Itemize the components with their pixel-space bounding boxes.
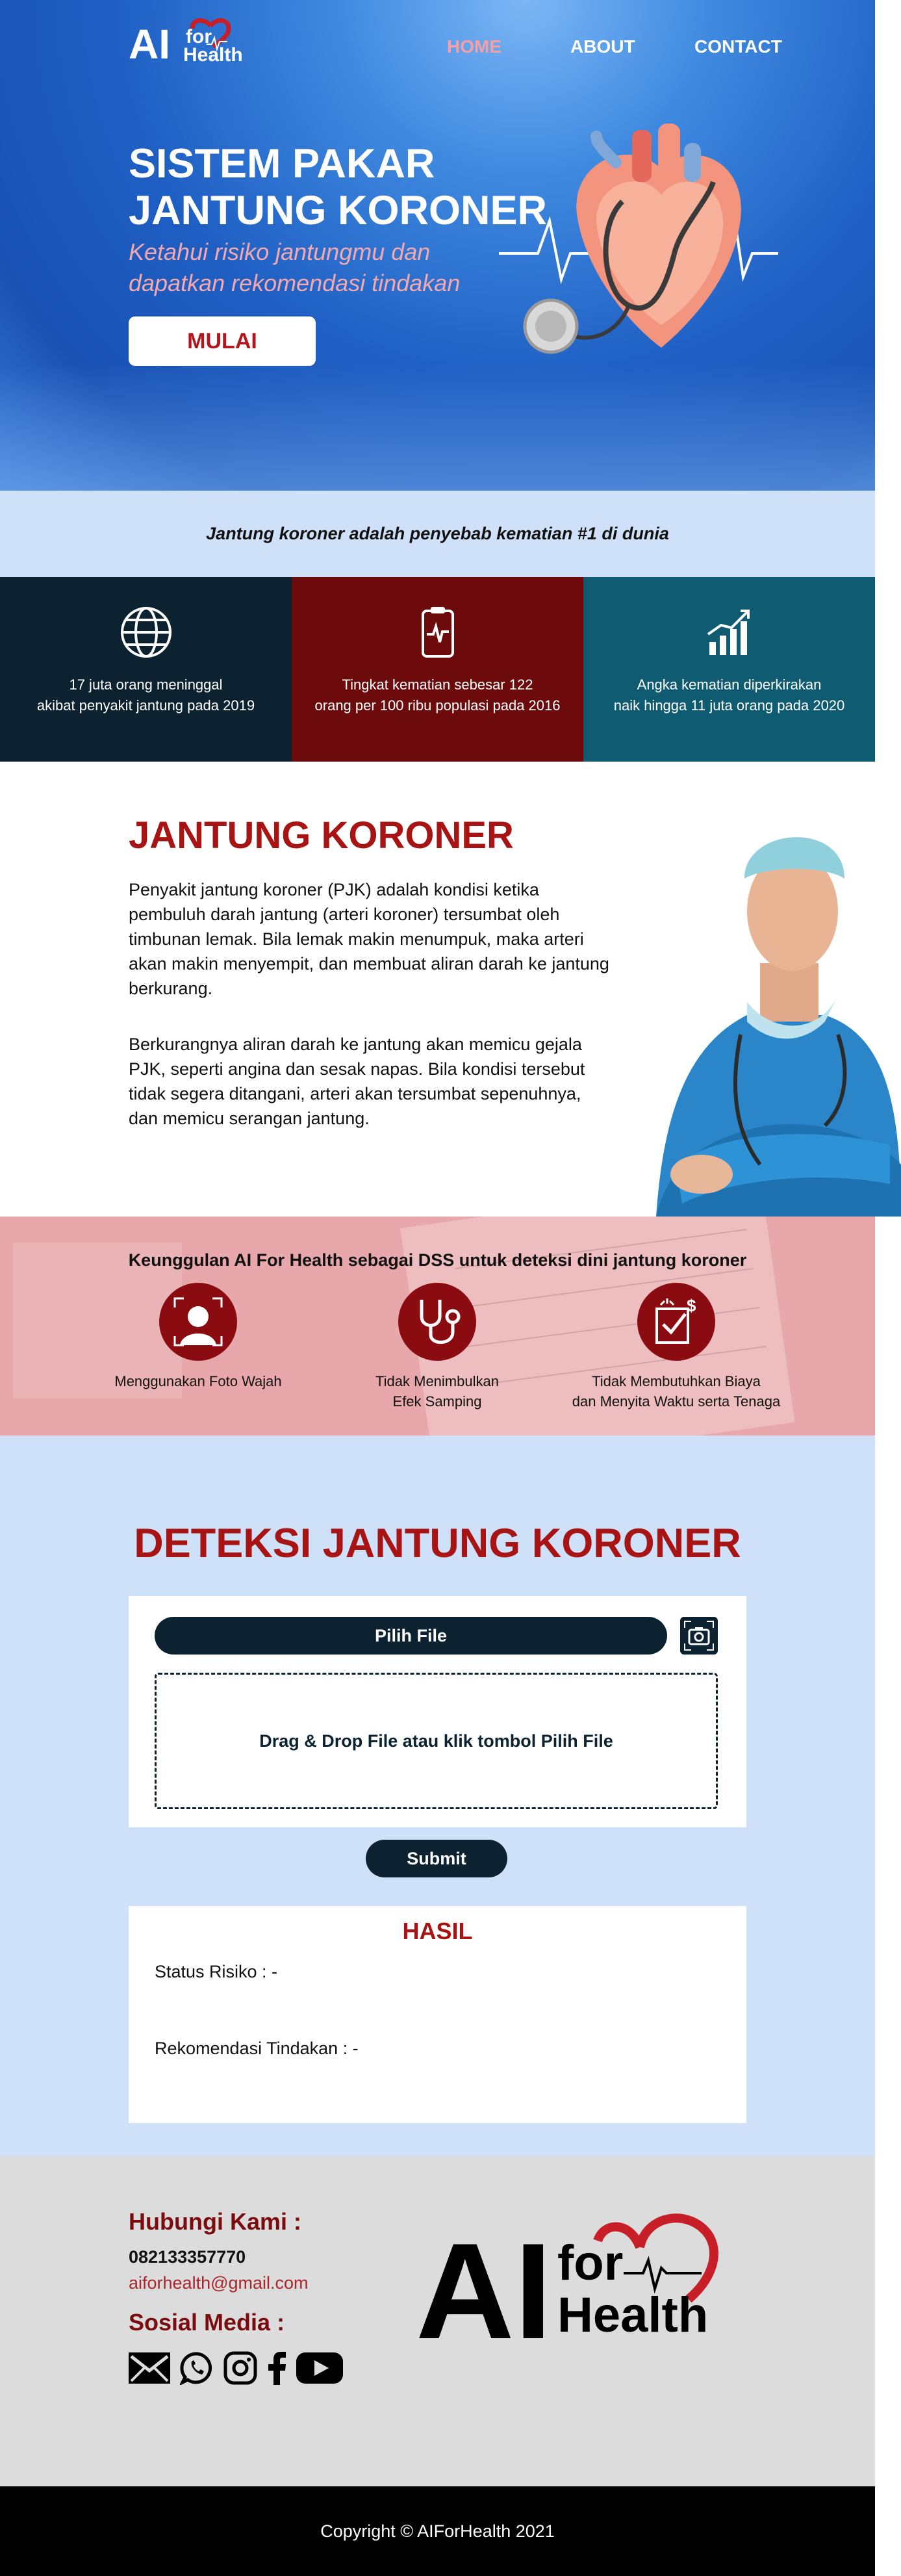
youtube-icon[interactable] <box>296 2351 343 2385</box>
statistics-section: 17 juta orang meninggal akibat penyakit … <box>0 577 875 762</box>
brand-logo-large: AI for Health <box>416 2213 718 2351</box>
advantage-2-label-line1: Tidak Menimbulkan <box>375 1373 499 1389</box>
camera-button[interactable] <box>680 1617 718 1655</box>
dropzone-text: Drag & Drop File atau klik tombol Pilih … <box>259 1731 613 1751</box>
stethoscope-icon <box>420 1300 461 1344</box>
fact-banner-text: Jantung koroner adalah penyebab kematian… <box>206 524 669 543</box>
advantage-3-label-line2: dan Menyita Waktu serta Tenaga <box>572 1393 781 1410</box>
action-recommendation: Rekomendasi Tindakan : - <box>155 2039 359 2058</box>
nav-contact-link[interactable]: CONTACT <box>694 36 782 57</box>
advantage-no-cost: $ Tidak Membutuhkan Biaya dan Menyita Wa… <box>559 1283 793 1411</box>
hero-title-line1: SISTEM PAKAR <box>129 141 435 187</box>
result-title: HASIL <box>402 1918 473 1944</box>
about-section: JANTUNG KORONER Penyakit jantung koroner… <box>0 762 901 1217</box>
contact-phone[interactable]: 082133357770 <box>129 2247 246 2267</box>
advantages-title: Keunggulan AI For Health sebagai DSS unt… <box>128 1250 747 1270</box>
face-scan-icon <box>173 1297 223 1346</box>
heart-stethoscope-illustration <box>499 123 778 354</box>
logo-large-ai-text: AI <box>416 2215 552 2351</box>
stat-1-line2: akibat penyakit jantung pada 2019 <box>36 697 255 714</box>
advantage-face-photo: Menggunakan Foto Wajah <box>81 1283 315 1391</box>
social-heading: Sosial Media : <box>129 2309 285 2336</box>
contact-section: Hubungi Kami : 082133357770 aiforhealth@… <box>0 2156 875 2486</box>
about-paragraph-1: Penyakit jantung koroner (PJK) adalah ko… <box>129 880 609 998</box>
stat-2-line2: orang per 100 ribu populasi pada 2016 <box>314 697 561 714</box>
fact-banner: Jantung koroner adalah penyebab kematian… <box>0 491 875 577</box>
stat-3-line1: Angka kematian diperkirakan <box>637 676 822 693</box>
submit-button[interactable]: Submit <box>366 1840 507 1877</box>
detection-section: DETEKSI JANTUNG KORONER Pilih File Drag … <box>0 1436 875 2156</box>
advantages-section: Keunggulan AI For Health sebagai DSS unt… <box>0 1217 875 1436</box>
hero-subtitle: Ketahui risiko jantungmu dan dapatkan re… <box>129 237 460 299</box>
nav-home-link[interactable]: HOME <box>447 36 501 57</box>
contact-heading: Hubungi Kami : <box>129 2208 301 2235</box>
logo-large-for-text: for <box>557 2235 623 2291</box>
svg-text:$: $ <box>687 1296 696 1315</box>
brand-logo[interactable]: AI for Health <box>129 18 265 68</box>
stat-card-projection-2020: Angka kematian diperkirakan naik hingga … <box>583 577 875 762</box>
result-card: HASIL Status Risiko : - Rekomendasi Tind… <box>129 1906 746 2123</box>
upload-card: Pilih File Drag & Drop File atau klik to… <box>129 1596 746 1827</box>
camera-icon <box>684 1621 714 1651</box>
facebook-icon[interactable] <box>267 2351 286 2385</box>
hero-title-line2: JANTUNG KORONER <box>129 188 548 233</box>
advantage-1-label: Menggunakan Foto Wajah <box>114 1373 282 1389</box>
hero-section: AI for Health HOME ABOUT CONTACT SISTEM … <box>0 0 875 491</box>
hero-title: SISTEM PAKAR JANTUNG KORONER <box>129 140 547 234</box>
stat-3-line2: naik hingga 11 juta orang pada 2020 <box>613 697 845 714</box>
about-paragraph-2: Berkurangnya aliran darah ke jantung aka… <box>129 1035 585 1128</box>
stat-card-deaths-2019: 17 juta orang meninggal akibat penyakit … <box>0 577 292 762</box>
start-button[interactable]: MULAI <box>129 316 316 366</box>
hero-subtitle-line2: dapatkan rekomendasi tindakan <box>129 270 461 296</box>
about-title: JANTUNG KORONER <box>129 814 514 857</box>
contact-email-link[interactable]: aiforhealth@gmail.com <box>129 2273 309 2293</box>
email-icon[interactable] <box>129 2352 170 2384</box>
footer: Copyright © AIForHealth 2021 <box>0 2486 875 2576</box>
heart-monitor-icon <box>422 607 454 658</box>
advantage-2-label-line2: Efek Samping <box>392 1393 482 1410</box>
whatsapp-icon[interactable] <box>180 2351 214 2385</box>
stat-card-mortality-rate: Tingkat kematian sebesar 122 orang per 1… <box>292 577 583 762</box>
advantage-3-label-line1: Tidak Membutuhkan Biaya <box>592 1373 761 1389</box>
file-dropzone[interactable]: Drag & Drop File atau klik tombol Pilih … <box>155 1673 718 1809</box>
social-links <box>129 2351 343 2385</box>
globe-icon <box>121 607 171 658</box>
growth-chart-icon <box>707 610 750 655</box>
logo-ai-text: AI <box>129 21 170 68</box>
detection-title: DETEKSI JANTUNG KORONER <box>134 1521 741 1566</box>
hero-subtitle-line1: Ketahui risiko jantungmu dan <box>129 238 431 265</box>
choose-file-button[interactable]: Pilih File <box>155 1617 667 1655</box>
copyright-text: Copyright © AIForHealth 2021 <box>320 2521 555 2541</box>
doctor-photo <box>656 837 901 1217</box>
advantage-no-side-effect: Tidak Menimbulkan Efek Samping <box>320 1283 554 1411</box>
instagram-icon[interactable] <box>223 2351 257 2385</box>
stat-2-line1: Tingkat kematian sebesar 122 <box>342 676 533 693</box>
risk-status: Status Risiko : - <box>155 1962 278 1981</box>
money-check-icon: $ <box>655 1296 696 1344</box>
logo-health-text: Health <box>183 44 243 66</box>
logo-large-health-text: Health <box>557 2287 708 2343</box>
stat-1-line1: 17 juta orang meninggal <box>69 676 223 693</box>
nav-about-link[interactable]: ABOUT <box>570 36 635 57</box>
